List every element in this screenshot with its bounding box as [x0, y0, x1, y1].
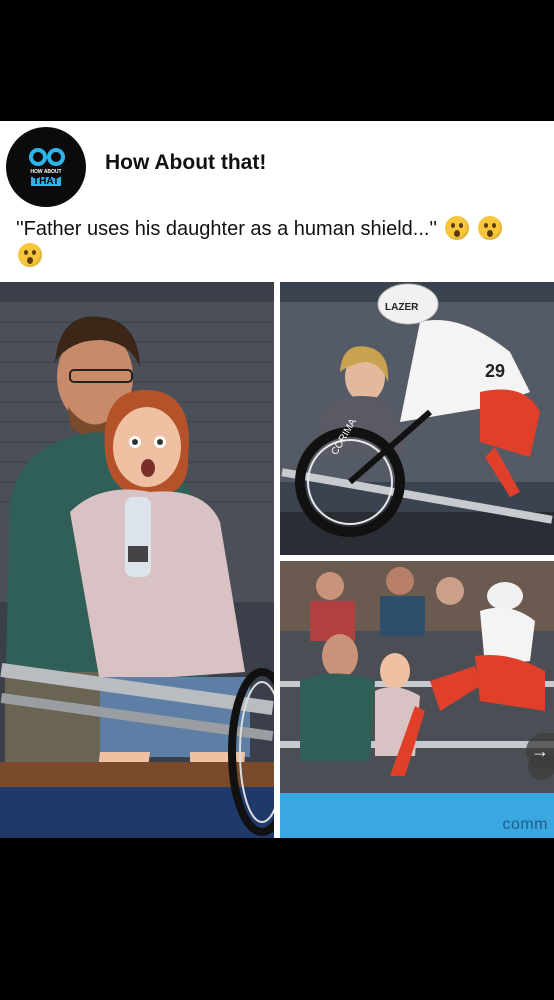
helmet-label: LAZER: [385, 302, 419, 313]
photo-father-daughter[interactable]: [0, 282, 274, 838]
top-black-bar: [0, 0, 554, 121]
photo-cyclist-stands-image: [280, 561, 554, 838]
watermark-text: comm: [502, 816, 548, 833]
bottom-black-bar: [0, 838, 554, 1000]
social-post: HOW ABOUT THAT How About that! ''Father …: [0, 121, 554, 838]
photo-father-daughter-image: [0, 282, 274, 838]
astonished-face-emoji: [478, 216, 503, 240]
logo-text: HOW ABOUT THAT: [30, 169, 62, 187]
caption-text: ''Father uses his daughter as a human sh…: [16, 218, 438, 240]
page-name[interactable]: How About that!: [105, 151, 266, 175]
next-arrow-button[interactable]: →: [526, 733, 554, 769]
page-avatar[interactable]: HOW ABOUT THAT: [6, 127, 86, 207]
photo-cyclist-crash-image: LAZER 29 CORIMA: [280, 282, 554, 555]
astonished-face-emoji: [444, 216, 469, 240]
post-header: HOW ABOUT THAT How About that!: [0, 121, 554, 207]
camera-reel-icon: [29, 148, 47, 166]
photo-cyclist-crash[interactable]: LAZER 29 CORIMA: [280, 282, 554, 555]
astonished-face-emoji: [18, 243, 42, 267]
bib-number: 29: [485, 361, 505, 381]
post-caption: ''Father uses his daughter as a human sh…: [16, 216, 526, 270]
camera-reel-icon: [47, 148, 65, 166]
photo-cyclist-stands[interactable]: comm →: [280, 561, 554, 838]
